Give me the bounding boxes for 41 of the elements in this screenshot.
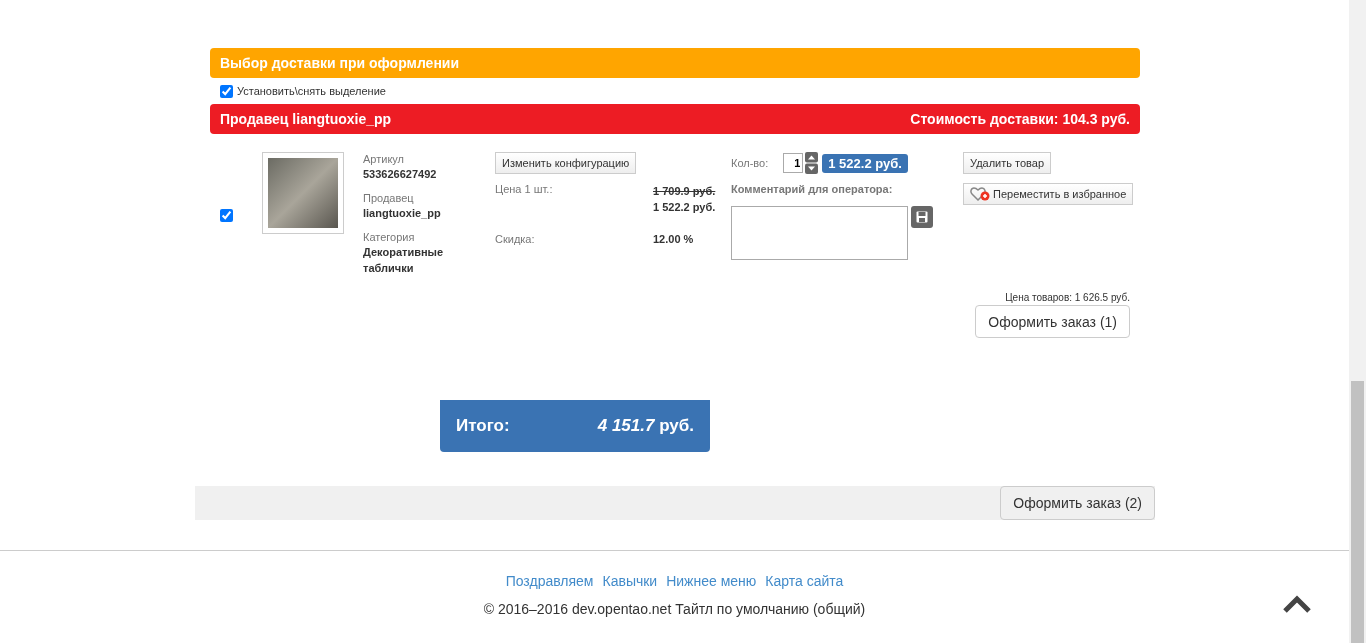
stepper-icon[interactable]	[805, 152, 819, 174]
old-price: 1 709.9 руб.	[653, 184, 717, 199]
save-icon	[916, 211, 928, 223]
save-button[interactable]	[911, 206, 933, 228]
spec-label: Продавец	[363, 191, 415, 205]
spec-label: Категория	[363, 230, 416, 244]
heart-plus-icon	[970, 187, 990, 201]
total-value: 4 151.7 руб.	[597, 416, 694, 436]
qty-field[interactable]: 1	[783, 153, 804, 173]
comment-field[interactable]	[731, 206, 908, 260]
copyright: © 2016–2016 dev.opentao.net Тайтл по умолчанию (общий)	[483, 601, 866, 617]
delivery-title: Выбор доставки при оформлении	[220, 55, 460, 71]
spec-value: Декоративные таблички	[363, 245, 445, 276]
checkout-all-button[interactable]: Оформить заказ (2)	[1000, 486, 1155, 520]
scroll-top-icon[interactable]	[1283, 595, 1311, 613]
footer-link[interactable]: Поздравляем	[505, 573, 594, 589]
delete-button[interactable]: Удалить товар	[963, 152, 1052, 174]
select-all-checkbox[interactable]	[220, 84, 233, 98]
price: 1 522.2 руб.	[653, 200, 717, 215]
scrollbar[interactable]	[1349, 0, 1366, 643]
spec-value: liangtuoxie_pp	[363, 206, 442, 221]
price-label: Цена 1 шт.:	[495, 183, 554, 197]
change-config-button[interactable]: Изменить конфигурацию	[495, 152, 637, 174]
spec-value: 533626627492	[363, 167, 438, 182]
footer-link[interactable]: Кавычки	[602, 573, 658, 589]
discount-label: Скидка:	[495, 233, 536, 247]
item-checkbox[interactable]	[220, 209, 233, 222]
qty-label: Кол-во:	[731, 157, 769, 169]
footer-link[interactable]: Нижнее меню	[666, 573, 757, 589]
seller-title: Продавец liangtuoxie_pp	[220, 111, 392, 127]
footer-link[interactable]: Карта сайта	[765, 573, 844, 589]
total-label: Итого:	[456, 416, 510, 436]
goods-price: Цена товаров: 1 626.5 руб.	[1005, 292, 1130, 303]
spec-label: Артикул	[363, 152, 405, 166]
line-total: 1 522.2 руб.	[822, 153, 908, 173]
checkout-button[interactable]: Оформить заказ (1)	[975, 305, 1130, 338]
comment-label: Комментарий для оператора:	[731, 183, 894, 195]
discount: 12.00 %	[653, 232, 695, 247]
select-all-label: Установить\снять выделение	[237, 85, 386, 97]
delivery-cost: Стоимость доставки: 104.3 руб.	[910, 111, 1130, 127]
favorite-button[interactable]: Переместить в избранное	[963, 183, 1134, 205]
